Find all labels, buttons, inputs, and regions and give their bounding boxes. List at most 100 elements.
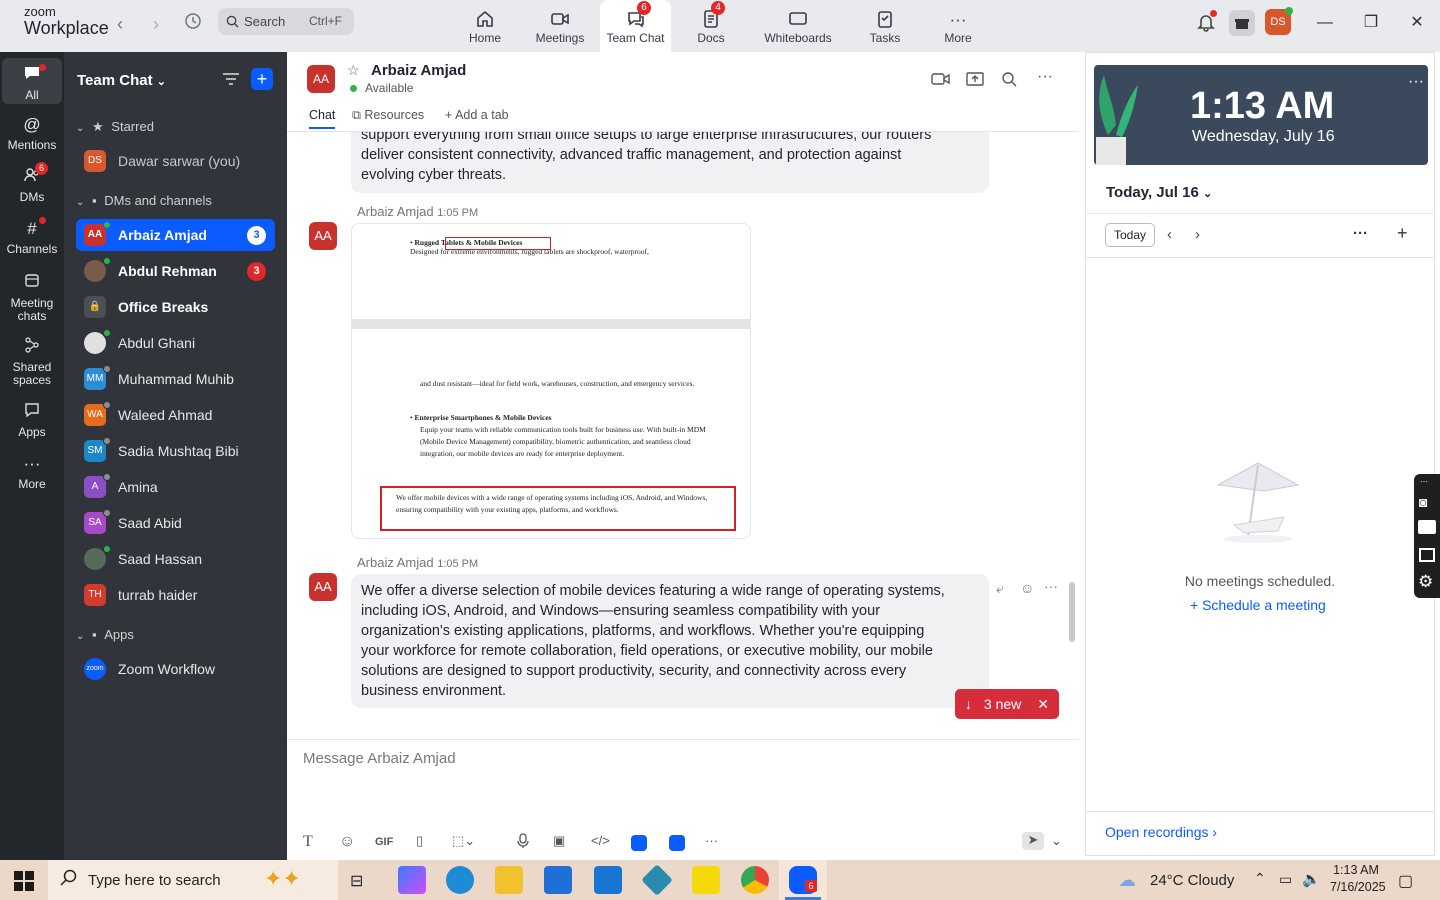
code-icon[interactable]: </>	[591, 833, 610, 848]
network-icon[interactable]: ▭	[1279, 871, 1292, 888]
tab-resources[interactable]: ⧉ Resources	[352, 108, 424, 123]
chevron-down-icon[interactable]: ⌄	[1051, 833, 1062, 849]
emoji-reaction-icon[interactable]: ☺	[1020, 580, 1034, 596]
contact-name[interactable]: Arbaiz Amjad	[371, 62, 466, 79]
cloud-weather-icon[interactable]: ☁	[1118, 870, 1136, 891]
search-input[interactable]: Search Ctrl+F	[218, 8, 354, 35]
section-dms-channels[interactable]: ⌄ ▪ DMs and channels	[76, 193, 212, 208]
copilot-icon[interactable]	[398, 866, 426, 894]
reply-thread-icon[interactable]: ⤶	[996, 580, 1004, 597]
more-options-icon[interactable]: ···	[1353, 225, 1368, 242]
more-icon[interactable]: ···	[705, 833, 718, 848]
message-more-icon[interactable]: ···	[1044, 578, 1058, 594]
contact-avatar[interactable]: AA	[307, 65, 335, 93]
rail-more[interactable]: ··· More	[2, 453, 62, 491]
sender-avatar[interactable]: AA	[309, 222, 337, 250]
volume-icon[interactable]: 🔈	[1302, 870, 1321, 888]
taskbar-clock[interactable]: 1:13 AM 7/16/2025	[1330, 863, 1386, 894]
edge-browser-icon[interactable]	[446, 866, 474, 894]
sidebar-item-office-breaks[interactable]: 🔒 Office Breaks	[76, 291, 275, 323]
sidebar-item-zoom-workflow[interactable]: zoom Zoom Workflow	[76, 653, 275, 685]
message-bubble[interactable]: We offer a diverse selection of mobile d…	[351, 574, 989, 708]
add-event-icon[interactable]: +	[1397, 223, 1408, 244]
task-view-icon[interactable]: ⊟	[350, 871, 363, 891]
screenshot-icon[interactable]: ⬚⌄	[452, 833, 475, 849]
camera-icon[interactable]: ◙	[1419, 494, 1427, 510]
file-icon[interactable]: ▯	[416, 833, 423, 849]
star-icon[interactable]: ☆	[347, 62, 360, 79]
nav-tasks[interactable]: Tasks	[865, 0, 905, 52]
more-options-icon[interactable]: ···	[1408, 73, 1424, 91]
section-starred[interactable]: ⌄ ★ Starred	[76, 119, 154, 135]
schedule-meeting-link[interactable]: + Schedule a meeting	[1190, 597, 1326, 613]
bell-icon[interactable]	[1194, 10, 1218, 36]
zoom-app-icon[interactable]	[669, 835, 685, 851]
rail-dms[interactable]: DMs 6	[2, 162, 62, 204]
window-icon[interactable]	[1419, 548, 1435, 562]
sidebar-item-self[interactable]: DS Dawar sarwar (you)	[76, 145, 275, 177]
nav-meetings[interactable]: Meetings	[530, 0, 590, 52]
rail-apps[interactable]: Apps	[2, 401, 62, 439]
notification-center-icon[interactable]: ▢	[1398, 871, 1413, 891]
nav-whiteboards[interactable]: Whiteboards	[758, 0, 838, 52]
zoom-taskbar-button[interactable]: 6	[779, 860, 827, 900]
microphone-icon[interactable]	[517, 833, 529, 852]
share-screen-icon[interactable]	[966, 71, 984, 92]
app-diamond-icon[interactable]	[641, 864, 673, 896]
video-message-icon[interactable]: ▣	[553, 833, 565, 849]
close-icon[interactable]: ✕	[1402, 8, 1432, 38]
message-input[interactable]: Message Arbaiz Amjad	[303, 750, 456, 767]
forward-arrow-icon[interactable]: ›	[144, 12, 168, 36]
gift-icon[interactable]	[1229, 10, 1255, 36]
more-icon[interactable]: ⋯	[1420, 477, 1428, 486]
gear-icon[interactable]: ⚙	[1418, 572, 1433, 592]
sidebar-item-amina[interactable]: A Amina	[76, 471, 275, 503]
document-image-attachment[interactable]: • Rugged Tablets & Mobile Devices Design…	[351, 223, 751, 539]
rail-meeting-chats[interactable]: Meeting chats	[2, 272, 62, 323]
video-call-icon[interactable]	[931, 71, 951, 92]
tab-add[interactable]: + Add a tab	[445, 108, 509, 122]
sidebar-item-arbaiz-amjad[interactable]: AA Arbaiz Amjad 3	[76, 219, 275, 251]
chrome-icon[interactable]	[741, 866, 769, 894]
today-button[interactable]: Today	[1105, 223, 1155, 247]
sender-avatar[interactable]: AA	[309, 573, 337, 601]
sidebar-item-turrab-haider[interactable]: TH turrab haider	[76, 579, 275, 611]
nav-home[interactable]: Home	[462, 0, 508, 52]
minimize-icon[interactable]: —	[1310, 8, 1340, 38]
gif-icon[interactable]: GIF	[375, 836, 393, 848]
open-recordings-link[interactable]: Open recordings ›	[1105, 824, 1217, 840]
rail-mentions[interactable]: @ Mentions	[2, 114, 62, 152]
new-messages-button[interactable]: ↓ 3 new ✕	[955, 689, 1059, 719]
nav-more[interactable]: ··· More	[938, 0, 978, 52]
filter-icon[interactable]	[222, 72, 242, 88]
message-composer[interactable]: Message Arbaiz Amjad T ☺ GIF ▯ ⬚⌄ ▣ </> …	[287, 739, 1079, 860]
sidebar-item-abdul-rehman[interactable]: Abdul Rehman 3	[76, 255, 275, 287]
back-arrow-icon[interactable]: ‹	[108, 12, 132, 36]
store-icon[interactable]	[544, 866, 572, 894]
sidebar-title[interactable]: Team Chat ⌄	[77, 72, 166, 89]
sidebar-item-saad-abid[interactable]: SA Saad Abid	[76, 507, 275, 539]
sidebar-item-muhammad-muhib[interactable]: MM Muhammad Muhib	[76, 363, 275, 395]
scrollbar-thumb[interactable]	[1069, 582, 1075, 642]
emoji-icon[interactable]: ☺	[339, 833, 355, 851]
maximize-icon[interactable]: ❐	[1356, 8, 1386, 38]
taskbar-search[interactable]: Type here to search ✦✦	[48, 860, 338, 900]
prev-day-icon[interactable]: ‹	[1167, 226, 1172, 243]
app-icon[interactable]	[631, 835, 647, 851]
sticky-notes-icon[interactable]	[692, 866, 720, 894]
chevron-up-icon[interactable]: ⌃	[1254, 870, 1266, 887]
rail-shared-spaces[interactable]: Shared spaces	[2, 336, 62, 387]
message-bubble[interactable]: support everything from small office set…	[351, 132, 989, 193]
next-day-icon[interactable]: ›	[1195, 226, 1200, 243]
nav-docs[interactable]: Docs 4	[690, 0, 732, 52]
windows-start-icon[interactable]	[14, 871, 34, 896]
date-selector[interactable]: Today, Jul 16 ⌄	[1106, 184, 1212, 201]
tab-chat[interactable]: Chat	[309, 108, 336, 129]
file-explorer-icon[interactable]	[495, 866, 523, 894]
video-record-icon[interactable]	[1418, 520, 1436, 534]
sidebar-item-sadia-mushtaq-bibi[interactable]: SM Sadia Mushtaq Bibi	[76, 435, 275, 467]
rail-channels[interactable]: # Channels	[2, 217, 62, 256]
sidebar-item-abdul-ghani[interactable]: Abdul Ghani	[76, 327, 275, 359]
sidebar-item-waleed-ahmad[interactable]: WA Waleed Ahmad	[76, 399, 275, 431]
history-icon[interactable]	[181, 12, 205, 36]
